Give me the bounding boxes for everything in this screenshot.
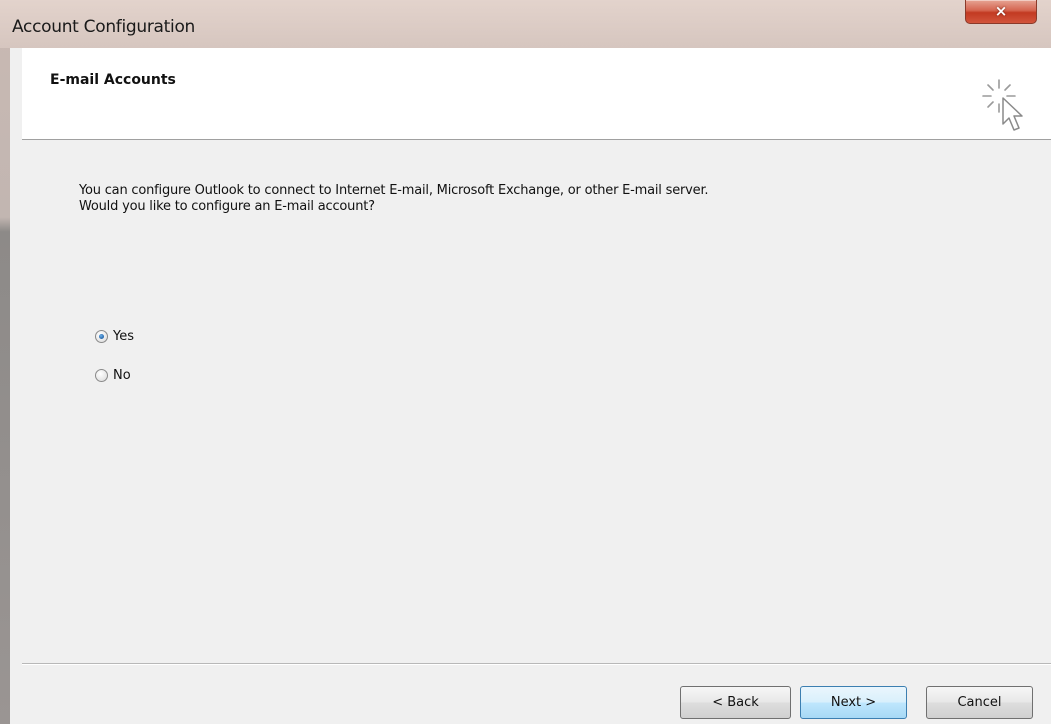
cursor-sparkle-icon: [982, 79, 1023, 131]
cancel-button[interactable]: Cancel: [926, 686, 1033, 719]
close-button[interactable]: ×: [965, 0, 1037, 24]
page-title: E-mail Accounts: [50, 72, 176, 88]
yes-radio-label[interactable]: Yes: [113, 329, 134, 344]
wizard-content: You can configure Outlook to connect to …: [22, 141, 1051, 663]
wizard-header: E-mail Accounts: [22, 48, 1051, 140]
back-button[interactable]: < Back: [680, 686, 791, 719]
yes-radio-button[interactable]: [95, 330, 108, 343]
title-bar[interactable]: Account Configuration ×: [0, 0, 1051, 48]
account-configuration-dialog: Account Configuration × E-mail Accounts …: [0, 0, 1051, 724]
close-icon: ×: [994, 2, 1008, 20]
no-radio-option[interactable]: No: [95, 368, 131, 383]
no-radio-button[interactable]: [95, 369, 108, 382]
configure-description: You can configure Outlook to connect to …: [79, 183, 709, 214]
no-radio-label[interactable]: No: [113, 368, 131, 383]
window-frame-left: [0, 0, 10, 724]
window-title: Account Configuration: [12, 17, 196, 37]
next-button[interactable]: Next >: [800, 686, 907, 719]
footer-separator: [22, 663, 1051, 665]
yes-radio-option[interactable]: Yes: [95, 329, 134, 344]
